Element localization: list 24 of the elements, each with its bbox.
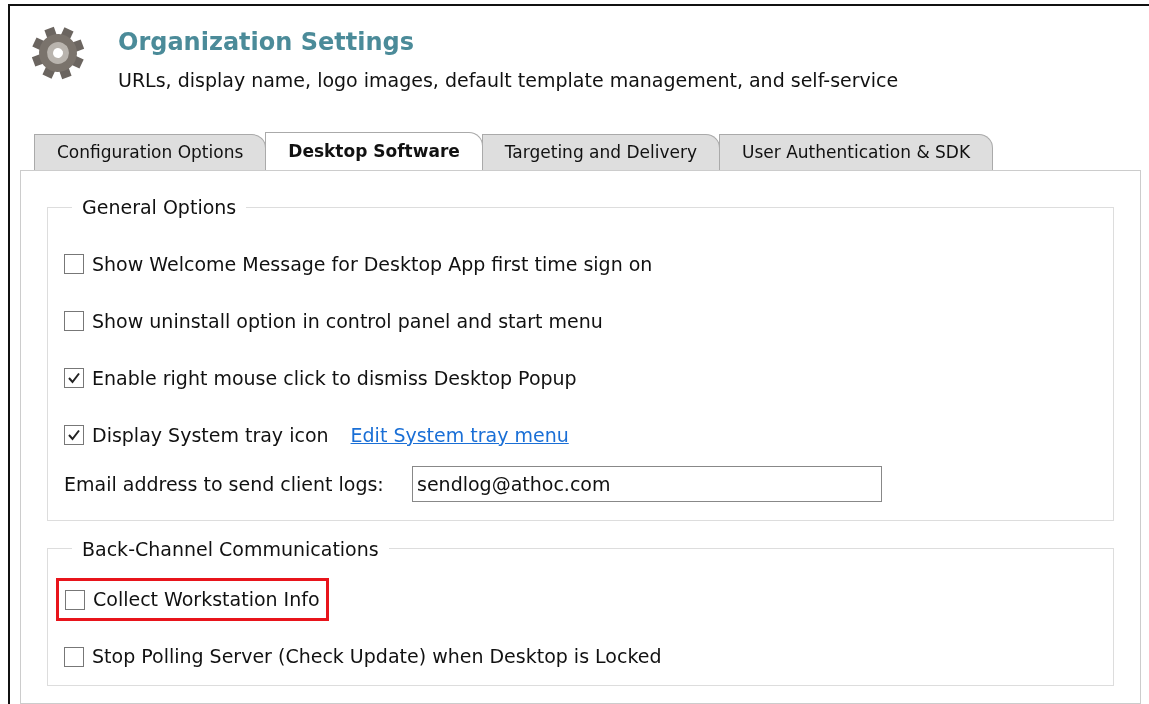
option-label: Enable right mouse click to dismiss Desktop Popup [92, 365, 577, 391]
option-label: Collect Workstation Info [93, 587, 320, 613]
group-legend: General Options [72, 193, 247, 222]
page-title: Organization Settings [118, 27, 415, 58]
checkbox[interactable] [65, 589, 85, 610]
checkbox[interactable] [64, 425, 84, 445]
tab[interactable]: Targeting and Delivery [481, 134, 721, 170]
checkbox[interactable] [64, 311, 84, 331]
checkmark-icon [67, 428, 81, 442]
tab[interactable]: User Authentication & SDK [719, 134, 994, 170]
option-label: Stop Polling Server (Check Update) when Desktop is Locked [92, 644, 662, 670]
checkbox[interactable] [64, 254, 84, 274]
option-label: Show uninstall option in control panel and start menu [92, 308, 603, 334]
tab[interactable]: Configuration Options [34, 134, 267, 170]
email-label: Email address to send client logs: [64, 471, 385, 496]
checkbox[interactable] [64, 368, 84, 388]
option-label: Show Welcome Message for Desktop App first time sign on [92, 251, 653, 277]
group-legend: Back-Channel Communications [72, 534, 389, 563]
checkbox[interactable] [64, 646, 84, 667]
page-subtitle: URLs, display name, logo images, default template management, and self-service [118, 68, 899, 93]
email-input[interactable]: sendlog@athoc.com [412, 465, 882, 502]
option-label: Display System tray icon [92, 422, 329, 448]
checkmark-icon [67, 371, 81, 385]
edit-tray-menu-link[interactable]: Edit System tray menu [350, 420, 569, 450]
